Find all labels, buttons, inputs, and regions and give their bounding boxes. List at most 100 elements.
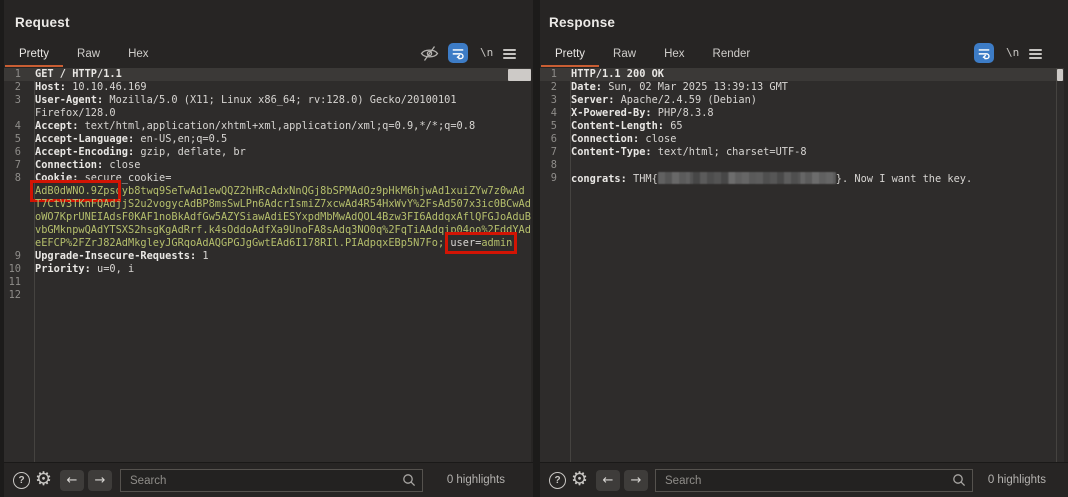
code-text: User-Agent: Mozilla/5.0 (X11; Linux x86_… [28,94,531,107]
code-line: 5Content-Length: 65 [540,120,1064,133]
request-panel: Request PrettyRawHex \n 1GET / HTTP/1.12… [4,0,533,497]
prev-match-button[interactable]: ← [60,470,84,491]
request-code: 1GET / HTTP/1.12Host: 10.10.46.1693User-… [4,68,531,302]
code-line: 2Date: Sun, 02 Mar 2025 13:39:13 GMT [540,81,1064,94]
header-name: X-Powered-By: [571,107,652,119]
header-name: Upgrade-Insecure-Requests: [35,250,196,262]
header-value: 1 [196,250,208,262]
search-input[interactable] [120,469,423,492]
code-line: 6Accept-Encoding: gzip, deflate, br [4,146,531,159]
code-line: 12 [4,289,531,302]
code-line: 8 [540,159,1064,172]
response-editor[interactable]: 1HTTP/1.1 200 OK2Date: Sun, 02 Mar 2025 … [540,68,1064,462]
line-number: 3 [4,94,28,107]
tab-raw[interactable]: Raw [599,42,650,66]
tab-hex[interactable]: Hex [114,42,162,66]
line-number: 5 [4,133,28,146]
param-value: T7CtV3TKnFQAdjjS2u2vogycAdBP8msSwLPn6Adc… [35,198,531,210]
header-name: User-Agent: [35,94,103,106]
code-text: Connection: close [28,159,531,172]
tab-hex[interactable]: Hex [650,42,698,66]
next-match-button[interactable]: → [624,470,648,491]
code-line: T7CtV3TKnFQAdjjS2u2vogycAdBP8msSwLPn6Adc… [4,198,531,211]
header-value: text/html; charset=UTF-8 [652,146,807,158]
header-value: 65 [664,120,683,132]
header-name: Accept: [35,120,78,132]
line-number: 3 [540,94,564,107]
word-wrap-toggle[interactable] [448,43,468,63]
gear-icon[interactable]: ⚙ [35,468,52,492]
header-value: }. Now I want the key. [836,173,972,185]
hide-headers-icon[interactable] [420,45,439,62]
line-number: 1 [4,68,28,81]
code-text: oWO7KprUNEIAdsF0KAF1noBkAdfGw5AZYSiawAdi… [28,211,531,224]
header-name: Accept-Language: [35,133,134,145]
header-name: Date: [571,81,602,93]
response-panel: Response PrettyRawHexRender \n 1HTTP/1.1… [540,0,1068,497]
panel-divider[interactable] [533,0,540,497]
header-name: Content-Length: [571,120,664,132]
show-newlines-toggle[interactable]: \n [480,46,493,59]
line-number: 6 [540,133,564,146]
code-line: 4Accept: text/html,application/xhtml+xml… [4,120,531,133]
editor-menu-icon[interactable] [503,49,516,51]
line-number: 10 [4,263,28,276]
code-line: 7Connection: close [4,159,531,172]
header-name: congrats: [571,173,627,185]
header-value: PHP/8.3.8 [652,107,714,119]
header-name: Priority: [35,263,91,275]
gear-icon[interactable]: ⚙ [571,468,588,492]
header-value: user= [450,237,481,249]
param-value: vbGMknpwQAdYTSXS2hsgKgAdRrf.k4sOddoAdfXa… [35,224,531,236]
scroll-marker[interactable] [1057,69,1063,81]
line-number: 12 [4,289,28,302]
help-icon[interactable]: ? [549,472,566,489]
tab-pretty[interactable]: Pretty [541,42,599,66]
line-number: 1 [540,68,564,81]
search-input[interactable] [655,469,973,492]
code-text: Server: Apache/2.4.59 (Debian) [564,94,1064,107]
request-editor[interactable]: 1GET / HTTP/1.12Host: 10.10.46.1693User-… [4,68,531,462]
code-text: GET / HTTP/1.1 [28,68,531,81]
editor-menu-icon[interactable] [1029,49,1042,51]
header-value: secure_cookie= [78,172,171,184]
code-text: eEFCP%2FZrJ82AdMkgleyJGRqoAdAQGPGJgGwtEA… [28,237,531,250]
line-number [4,211,28,224]
line-number [4,224,28,237]
header-value: u=0, i [91,263,134,275]
tab-pretty[interactable]: Pretty [5,42,63,66]
line-number: 8 [4,172,28,185]
prev-match-button[interactable]: ← [596,470,620,491]
help-icon[interactable]: ? [13,472,30,489]
code-line: oWO7KprUNEIAdsF0KAF1noBkAdfGw5AZYSiawAdi… [4,211,531,224]
line-number: 9 [540,172,564,185]
param-value: dyb8twq9SeTwAd1ewQQZ2hHRcAdxNnQGj8bSPMAd… [116,185,525,197]
line-number: 7 [540,146,564,159]
search-icon [952,473,966,487]
code-line: 5Accept-Language: en-US,en;q=0.5 [4,133,531,146]
line-number: 11 [4,276,28,289]
tab-render[interactable]: Render [699,42,765,66]
show-newlines-toggle[interactable]: \n [1006,46,1019,59]
code-text: Priority: u=0, i [28,263,531,276]
code-text [28,276,531,289]
header-value: THM{ [627,173,658,185]
header-name: Connection: [571,133,639,145]
annotation-box: AdB0dWNO.9Zps [35,185,116,197]
code-line: 6 Connection: close [540,133,1064,146]
scrollbar-track[interactable] [1056,68,1057,462]
header-value: close [639,133,676,145]
code-text: Accept: text/html,application/xhtml+xml,… [28,120,531,133]
code-text: Accept-Encoding: gzip, deflate, br [28,146,531,159]
annotation-box: user=admin [450,237,512,249]
code-line: 10Priority: u=0, i [4,263,531,276]
line-number [4,198,28,211]
header-value: Sun, 02 Mar 2025 13:39:13 GMT [602,81,788,93]
word-wrap-toggle[interactable] [974,43,994,63]
tab-raw[interactable]: Raw [63,42,114,66]
scroll-marker[interactable] [508,69,531,81]
code-text: Content-Type: text/html; charset=UTF-8 [564,146,1064,159]
code-line: 7Content-Type: text/html; charset=UTF-8 [540,146,1064,159]
next-match-button[interactable]: → [88,470,112,491]
code-text: congrats: THM{ }. Now I want the key. [564,172,1064,185]
